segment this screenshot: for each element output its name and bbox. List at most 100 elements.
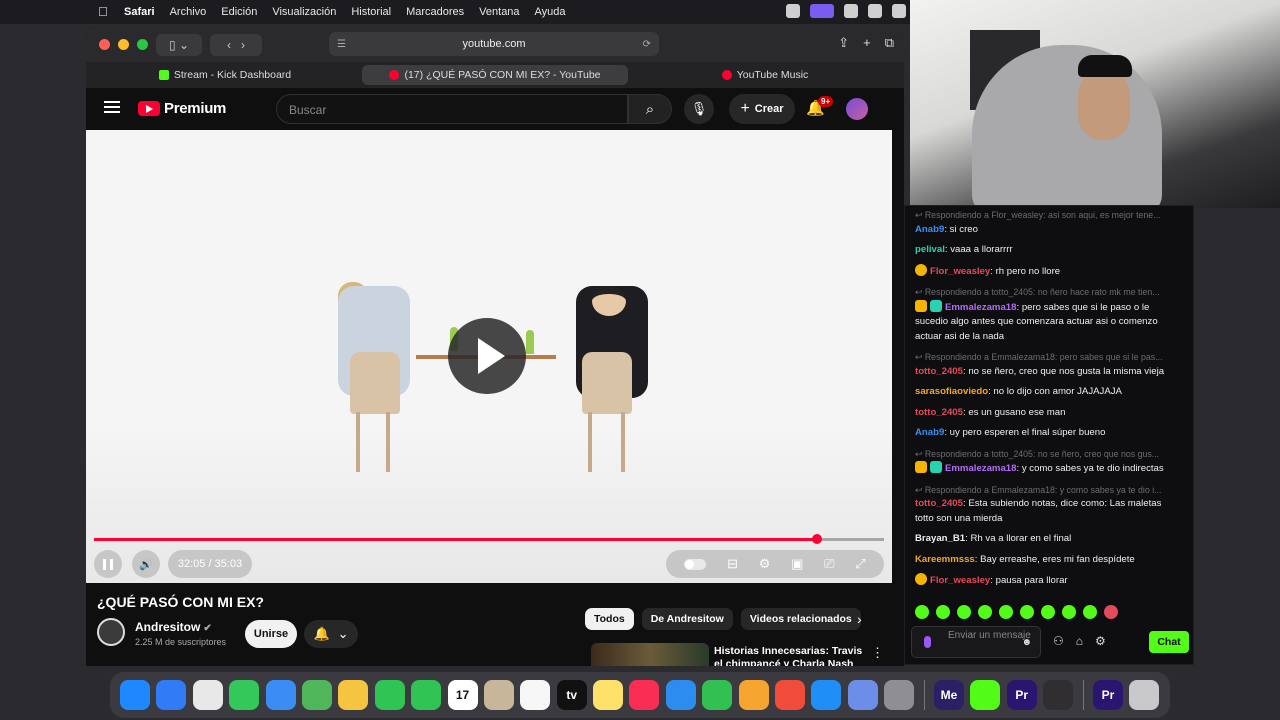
pause-button[interactable]: [94, 550, 122, 578]
chip-from-channel[interactable]: De Andresitow: [641, 608, 733, 630]
close-window-button[interactable]: [99, 39, 110, 50]
emote-icon[interactable]: [1020, 605, 1034, 619]
system-settings-icon[interactable]: [884, 680, 915, 710]
gift-icon[interactable]: ⌂: [1076, 634, 1083, 648]
youtube-premium-logo[interactable]: Premium: [138, 100, 226, 117]
menu-edicion[interactable]: Edición: [221, 6, 257, 18]
microphone-icon[interactable]: [924, 636, 931, 648]
channel-name[interactable]: Andresitow ✔: [135, 620, 212, 634]
chat-username[interactable]: Flor_weasley: [930, 266, 990, 277]
chat-message[interactable]: totto_2405: es un gusano ese man: [915, 406, 1181, 421]
volume-button[interactable]: 🔊: [132, 550, 160, 578]
reply-context[interactable]: ↩ Respondiendo a totto_2405: no se ñero,…: [915, 447, 1181, 462]
recommendation-thumbnail[interactable]: [591, 643, 709, 666]
contacts-icon[interactable]: [483, 680, 514, 710]
emoji-icon[interactable]: ☻: [1021, 637, 1032, 648]
emote-icon[interactable]: [915, 605, 929, 619]
send-chat-button[interactable]: Chat: [1149, 631, 1189, 653]
phone-icon[interactable]: [411, 680, 442, 710]
chat-username[interactable]: Emmalezama18: [945, 463, 1016, 474]
chat-message[interactable]: pelival: vaaa a llorarrrr: [915, 243, 1181, 258]
chat-message[interactable]: ↩ Respondiendo a Emmalezama18: y como sa…: [915, 483, 1181, 527]
progress-bar[interactable]: [94, 534, 884, 544]
notes-icon[interactable]: [593, 680, 624, 710]
media-encoder-icon[interactable]: Me: [933, 680, 964, 710]
fullscreen-icon[interactable]: ⤢: [855, 556, 865, 572]
chat-message[interactable]: ↩ Respondiendo a totto_2405: no ñero hac…: [915, 285, 1181, 344]
keynote-icon[interactable]: [665, 680, 696, 710]
calendar-icon[interactable]: 17: [447, 680, 478, 710]
chat-username[interactable]: totto_2405: [915, 498, 963, 509]
reminders-icon[interactable]: [520, 680, 551, 710]
tab-youtube-video[interactable]: (17) ¿QUÉ PASÓ CON MI EX? - YouTube: [362, 65, 628, 85]
more-options-icon[interactable]: ⋮: [871, 645, 884, 661]
app-store-icon[interactable]: [811, 680, 842, 710]
users-icon[interactable]: ⚇: [1053, 634, 1064, 648]
emote-icon[interactable]: [1104, 605, 1118, 619]
finder-icon[interactable]: [120, 680, 150, 710]
menu-archivo[interactable]: Archivo: [170, 6, 207, 18]
emote-icon[interactable]: [957, 605, 971, 619]
screen-record-icon[interactable]: [810, 4, 834, 18]
chat-message[interactable]: Brayan_B1: Rh va a llorar en el final: [915, 532, 1181, 547]
emote-icon[interactable]: [1062, 605, 1076, 619]
safari-icon[interactable]: [156, 680, 187, 710]
tab-kick-dashboard[interactable]: Stream - Kick Dashboard: [92, 65, 358, 85]
chat-username[interactable]: pelival: [915, 244, 945, 255]
menu-historial[interactable]: Historial: [351, 6, 391, 18]
reply-context[interactable]: ↩ Respondiendo a totto_2405: no ñero hac…: [915, 285, 1181, 300]
emote-icon[interactable]: [1083, 605, 1097, 619]
messages-icon[interactable]: [229, 680, 260, 710]
premiere-pro-folder-icon[interactable]: Pr: [1092, 680, 1123, 710]
apple-tv-icon[interactable]: tv: [556, 680, 587, 710]
chat-username[interactable]: Anab9: [915, 224, 944, 235]
chat-message[interactable]: ↩ Respondiendo a totto_2405: no se ñero,…: [915, 447, 1181, 477]
chat-username[interactable]: Emmalezama18: [945, 302, 1016, 313]
numbers-icon[interactable]: [702, 680, 733, 710]
chat-message[interactable]: Flor_weasley: pausa para llorar: [915, 573, 1181, 589]
fullscreen-window-button[interactable]: [137, 39, 148, 50]
chat-message[interactable]: Anab9: uy pero esperen el final súper bu…: [915, 426, 1181, 441]
chat-message-input[interactable]: Enviar un mensaje ☻: [911, 626, 1041, 658]
menu-app-name[interactable]: Safari: [124, 6, 155, 18]
miniplayer-icon[interactable]: ▣: [791, 556, 803, 572]
chat-message[interactable]: sarasofiaoviedo: no lo dijo con amor JAJ…: [915, 385, 1181, 400]
menu-visualizacion[interactable]: Visualización: [272, 6, 336, 18]
reply-context[interactable]: ↩ Respondiendo a Emmalezama18: y como sa…: [915, 483, 1181, 498]
reply-context[interactable]: ↩ Respondiendo a Flor_weasley: asi son a…: [915, 208, 1181, 223]
search-input[interactable]: Buscar: [276, 94, 628, 124]
new-tab-icon[interactable]: +: [863, 35, 871, 51]
chat-username[interactable]: totto_2405: [915, 366, 963, 377]
chat-username[interactable]: Flor_weasley: [930, 575, 990, 586]
subtitles-icon[interactable]: ⊟: [727, 556, 738, 572]
status-icon[interactable]: [868, 4, 882, 18]
chat-message[interactable]: Kareemmsss: Bay erreashe, eres mi fan de…: [915, 553, 1181, 568]
status-icon[interactable]: [786, 4, 800, 18]
sidebar-toggle-button[interactable]: ▯ ⌄: [156, 34, 202, 56]
chat-username[interactable]: Brayan_B1: [915, 533, 965, 544]
chat-message[interactable]: Flor_weasley: rh pero no llore: [915, 263, 1181, 280]
launchpad-icon[interactable]: [192, 680, 223, 710]
chat-username[interactable]: Anab9: [915, 427, 944, 438]
maps-icon[interactable]: [301, 680, 332, 710]
iphone-mirroring-icon[interactable]: [847, 680, 878, 710]
status-icon[interactable]: [892, 4, 906, 18]
obs-icon[interactable]: [1043, 680, 1074, 710]
photos-icon[interactable]: [338, 680, 369, 710]
share-icon[interactable]: ⇪: [838, 35, 849, 51]
minimize-window-button[interactable]: [118, 39, 129, 50]
chat-message-list[interactable]: ↩ Respondiendo a Flor_weasley: asi son a…: [915, 208, 1181, 595]
premiere-pro-icon[interactable]: Pr: [1006, 680, 1037, 710]
gear-icon[interactable]: ⚙: [1095, 634, 1106, 648]
emote-icon[interactable]: [999, 605, 1013, 619]
chat-message[interactable]: ↩ Respondiendo a Flor_weasley: asi son a…: [915, 208, 1181, 237]
translate-reload-icon[interactable]: ⟳: [643, 39, 651, 50]
mail-icon[interactable]: [265, 680, 296, 710]
settings-gear-icon[interactable]: ⚙: [759, 556, 771, 572]
scrubber-handle[interactable]: [811, 534, 822, 544]
music-icon[interactable]: [629, 680, 660, 710]
voice-search-button[interactable]: 🎙: [684, 94, 714, 124]
facetime-icon[interactable]: [374, 680, 405, 710]
reply-context[interactable]: ↩ Respondiendo a Emmalezama18: pero sabe…: [915, 350, 1181, 365]
search-button[interactable]: ⌕: [628, 94, 672, 124]
